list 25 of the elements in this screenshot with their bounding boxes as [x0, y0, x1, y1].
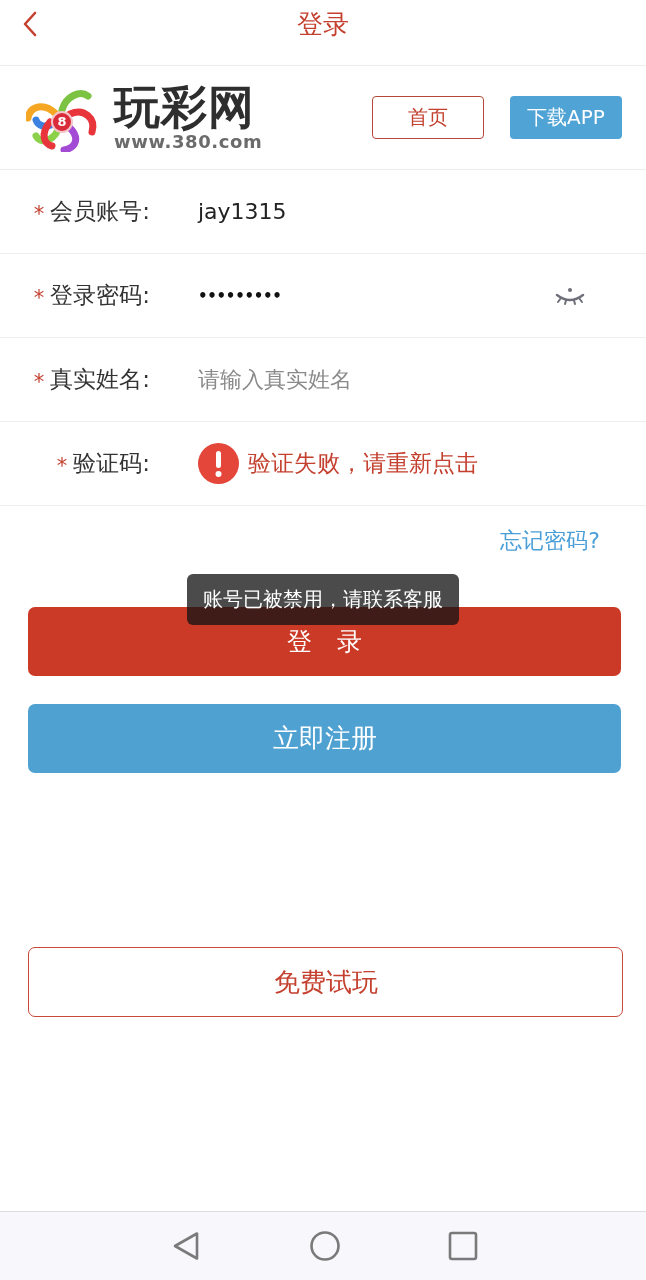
- free-trial-button[interactable]: 免费试玩: [28, 947, 623, 1017]
- toast-message: 账号已被禁用，请联系客服: [187, 574, 459, 625]
- home-button[interactable]: 首页: [372, 96, 484, 139]
- field-label: 会员账号:: [50, 197, 150, 226]
- closed-eye-icon[interactable]: [554, 285, 586, 306]
- page-title: 登录: [296, 7, 350, 40]
- back-icon[interactable]: [22, 10, 38, 37]
- required-mark: *: [33, 200, 45, 224]
- input-field[interactable]: jay1315: [198, 196, 646, 227]
- field-label: 验证码:: [73, 449, 150, 478]
- error-message: 验证失败，请重新点击: [248, 449, 478, 478]
- required-mark: *: [33, 284, 45, 308]
- required-mark: *: [33, 368, 45, 392]
- field-label: 登录密码:: [50, 281, 150, 310]
- download-button[interactable]: 下载APP: [510, 96, 622, 139]
- required-mark: *: [56, 452, 68, 476]
- forgot-password-link[interactable]: 忘记密码?: [500, 528, 600, 554]
- error-icon: [198, 443, 239, 484]
- field-label: 真实姓名:: [50, 365, 150, 394]
- brand-name: 玩彩网: [114, 82, 256, 131]
- circle-home-icon[interactable]: [310, 1231, 340, 1261]
- password-field[interactable]: •••••••••: [198, 286, 554, 305]
- square-icon[interactable]: [448, 1231, 478, 1261]
- register-button[interactable]: 立即注册: [28, 704, 621, 773]
- input-field[interactable]: 请输入真实姓名: [198, 364, 646, 395]
